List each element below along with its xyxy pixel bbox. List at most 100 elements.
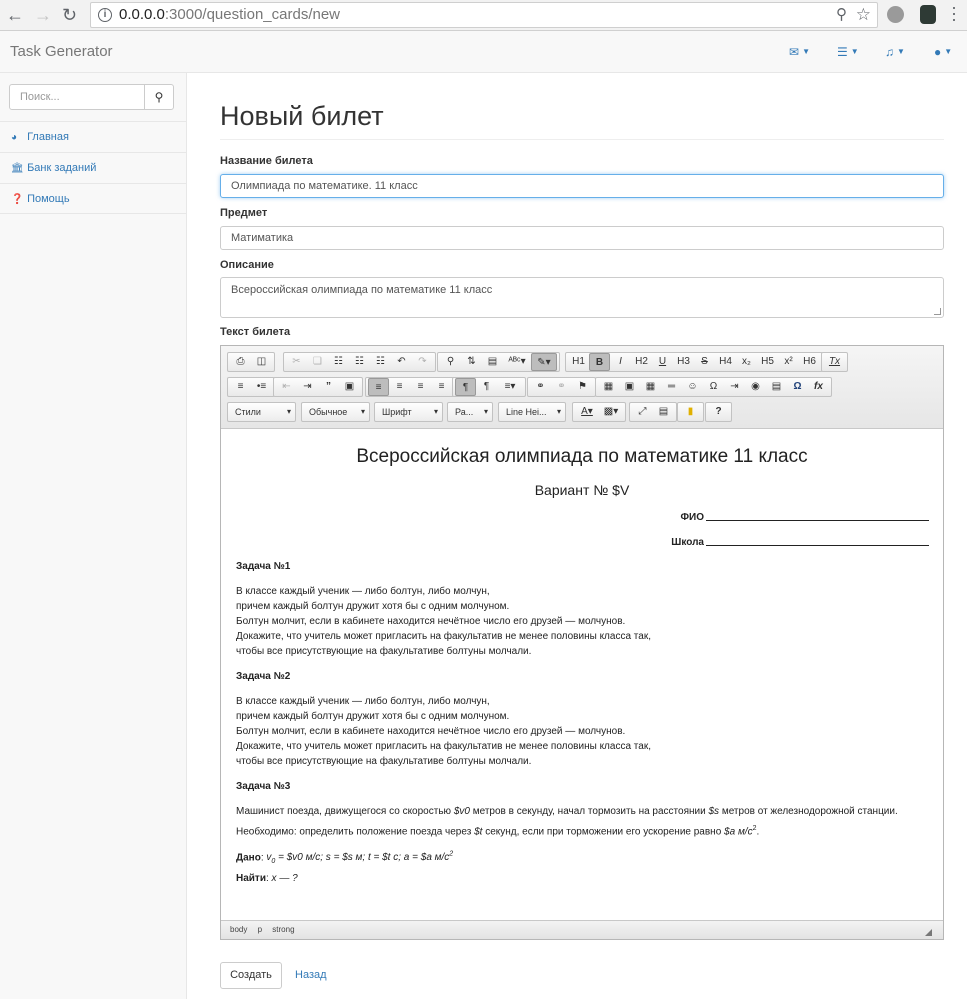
- description-field[interactable]: Всероссийская олимпиада по математике 11…: [220, 277, 944, 318]
- sidebar-item-home[interactable]: ◕ Главная: [0, 121, 186, 152]
- font-size-dropdown[interactable]: Ра...: [447, 402, 493, 422]
- table-icon[interactable]: ▦: [640, 378, 661, 396]
- formula-fx-icon[interactable]: fx: [808, 378, 829, 396]
- italic-button[interactable]: I: [610, 353, 631, 371]
- special-char-icon[interactable]: Ω: [703, 378, 724, 396]
- text-color-icon[interactable]: A▾: [575, 403, 599, 421]
- h6-button[interactable]: H6: [799, 353, 820, 371]
- paste-word-icon[interactable]: ☷: [370, 353, 391, 371]
- styles-dropdown[interactable]: Стили: [227, 402, 296, 422]
- sidebar-item-label: Главная: [27, 131, 69, 143]
- page-break-icon[interactable]: ⇥: [724, 378, 745, 396]
- strike-button[interactable]: S: [694, 353, 715, 371]
- subscript-button[interactable]: x₂: [736, 353, 757, 371]
- bookmark-star-icon[interactable]: ☆: [856, 3, 871, 27]
- reload-icon[interactable]: ↻: [62, 5, 77, 26]
- print-icon[interactable]: ⎙: [230, 353, 251, 371]
- ltr-icon[interactable]: ¶: [455, 378, 476, 396]
- iframe-icon[interactable]: ◉: [745, 378, 766, 396]
- spellcheck-icon[interactable]: ᴬᴮᶜ▾: [503, 353, 531, 371]
- address-bar[interactable]: i 0.0.0.0:3000/question_cards/new ⚲ ☆: [90, 2, 878, 28]
- preview-icon[interactable]: ◫: [251, 353, 272, 371]
- extension-globe-icon[interactable]: [887, 6, 904, 23]
- create-button[interactable]: Создать: [220, 962, 282, 989]
- justify-icon[interactable]: ≡: [431, 378, 452, 396]
- anchor-flag-icon[interactable]: ⚑: [572, 378, 593, 396]
- name-field[interactable]: Олимпиада по математике. 11 класс: [220, 174, 944, 198]
- line-height-dropdown[interactable]: Line Hei...: [498, 402, 566, 422]
- path-strong[interactable]: strong: [272, 925, 294, 934]
- extension-evernote-icon[interactable]: [920, 5, 936, 24]
- editor-resize-grip[interactable]: [925, 929, 932, 936]
- user-icon[interactable]: ● ▼: [934, 45, 952, 59]
- bell-icon[interactable]: ♫ ▼: [885, 45, 905, 59]
- underline-button[interactable]: U: [652, 353, 673, 371]
- unlink-icon[interactable]: ⚭: [551, 378, 572, 396]
- outdent-icon[interactable]: ⇤: [276, 378, 297, 396]
- align-right-icon[interactable]: ≡: [410, 378, 431, 396]
- back-link[interactable]: Назад: [295, 969, 327, 981]
- rtl-icon[interactable]: ¶: [476, 378, 497, 396]
- sidebar-item-bank[interactable]: 🏛 Банк заданий: [0, 152, 186, 183]
- subject-label: Предмет: [220, 207, 268, 219]
- replace-icon[interactable]: ⇅: [461, 353, 482, 371]
- format-dropdown[interactable]: Обычное: [301, 402, 370, 422]
- resize-handle[interactable]: [934, 308, 941, 315]
- indent-icon[interactable]: ⇥: [297, 378, 318, 396]
- browser-menu-icon[interactable]: · · ·: [951, 0, 957, 28]
- select-all-icon[interactable]: ▤: [482, 353, 503, 371]
- horizontal-rule-icon[interactable]: ═: [661, 378, 682, 396]
- maximize-icon[interactable]: ⤢: [632, 403, 653, 421]
- sidebar-item-help[interactable]: ❓ Помощь: [0, 183, 186, 214]
- search-button[interactable]: ⚲: [144, 84, 174, 110]
- div-container-icon[interactable]: ▣: [339, 378, 360, 396]
- back-arrow-icon[interactable]: ←: [6, 5, 24, 26]
- h2-button[interactable]: H2: [631, 353, 652, 371]
- brand-link[interactable]: Task Generator: [10, 43, 113, 60]
- numbered-list-icon[interactable]: ≡: [230, 378, 251, 396]
- help-icon[interactable]: ?: [708, 403, 729, 421]
- omega-icon[interactable]: Ω: [787, 378, 808, 396]
- redo-icon[interactable]: ↷: [412, 353, 433, 371]
- path-p[interactable]: p: [258, 925, 262, 934]
- align-left-icon[interactable]: ≡: [368, 378, 389, 396]
- cut-icon[interactable]: ✂: [286, 353, 307, 371]
- zoom-icon[interactable]: ⚲: [836, 3, 847, 27]
- toolbar-group-lang: ▮: [677, 402, 704, 422]
- bg-color-icon[interactable]: ▩▾: [599, 403, 623, 421]
- subject-field[interactable]: Матиматика: [220, 226, 944, 250]
- envelope-icon[interactable]: ✉ ▼: [789, 45, 810, 59]
- h5-button[interactable]: H5: [757, 353, 778, 371]
- find-icon[interactable]: ⚲: [440, 353, 461, 371]
- format-painter-icon[interactable]: ✎▾: [531, 353, 557, 371]
- bold-button[interactable]: B: [589, 353, 610, 371]
- path-body[interactable]: body: [230, 925, 247, 934]
- show-blocks-icon[interactable]: ▤: [653, 403, 674, 421]
- language-icon[interactable]: ≡▾: [497, 378, 523, 396]
- h4-button[interactable]: H4: [715, 353, 736, 371]
- h3-button[interactable]: H3: [673, 353, 694, 371]
- paste-text-icon[interactable]: ☷: [349, 353, 370, 371]
- editor-content-area[interactable]: Всероссийская олимпиада по математике 11…: [221, 430, 943, 920]
- flag-icon[interactable]: ▮: [680, 403, 701, 421]
- h1-button[interactable]: H1: [568, 353, 589, 371]
- align-center-icon[interactable]: ≡: [389, 378, 410, 396]
- forward-arrow-icon[interactable]: →: [34, 5, 52, 26]
- template-icon[interactable]: ▤: [766, 378, 787, 396]
- link-icon[interactable]: ⚭: [530, 378, 551, 396]
- superscript-button[interactable]: x²: [778, 353, 799, 371]
- paste-icon[interactable]: ☷: [328, 353, 349, 371]
- blockquote-icon[interactable]: ”: [318, 378, 339, 396]
- bulleted-list-icon[interactable]: •≡: [251, 378, 272, 396]
- search-input[interactable]: Поиск...: [9, 84, 145, 110]
- tasks-icon[interactable]: ☰ ▼: [837, 45, 859, 59]
- flash-icon[interactable]: ▦: [598, 378, 619, 396]
- copy-icon[interactable]: ❏: [307, 353, 328, 371]
- toolbar-group-lists: ≡ •≡: [227, 377, 275, 397]
- image-icon[interactable]: ▣: [619, 378, 640, 396]
- undo-icon[interactable]: ↶: [391, 353, 412, 371]
- font-dropdown[interactable]: Шрифт: [374, 402, 443, 422]
- remove-format-button[interactable]: Tx: [824, 353, 845, 371]
- info-icon[interactable]: i: [98, 8, 112, 22]
- smiley-icon[interactable]: ☺: [682, 378, 703, 396]
